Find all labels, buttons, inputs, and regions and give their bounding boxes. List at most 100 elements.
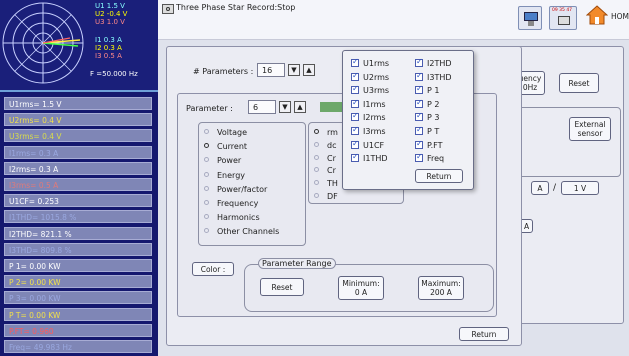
popup-checkbox[interactable]: I3rms: [351, 125, 386, 136]
popup-checkbox[interactable]: I2rms: [351, 111, 386, 122]
popup-checkbox[interactable]: I1THD: [351, 152, 388, 163]
radio-icon: [204, 171, 209, 177]
measurement-row[interactable]: P 1= 0.00 KW: [4, 259, 152, 272]
popup-checkbox[interactable]: Freq: [415, 152, 444, 163]
minimum-button[interactable]: Minimum: 0 A: [338, 276, 384, 300]
parameter-range-title: Parameter Range: [258, 258, 336, 269]
parameter-value[interactable]: 6: [248, 100, 276, 114]
checkbox-icon: [351, 57, 359, 67]
popup-checkbox[interactable]: P T: [415, 125, 439, 136]
parameter-down-icon[interactable]: ▼: [279, 101, 291, 113]
radio-icon: [204, 185, 209, 191]
measurement-row[interactable]: I1rms= 0.3 A: [4, 145, 152, 159]
num-params-label: # Parameters :: [193, 67, 254, 76]
range-separator: /: [553, 183, 557, 193]
measurement-row[interactable]: U2rms= 0.4 V: [4, 113, 152, 127]
popup-checkbox[interactable]: U3rms: [351, 84, 389, 95]
checkbox-icon: [415, 57, 423, 67]
reset-button[interactable]: Reset: [260, 278, 304, 296]
u2-phasor-value: U2 -0.4 V: [95, 10, 128, 18]
checkbox-icon: [415, 152, 423, 163]
screenshot-icon: [558, 16, 570, 25]
i1-phasor-value: I1 0.3 A: [95, 36, 122, 44]
checkbox-icon: [351, 139, 359, 149]
range-v-button[interactable]: 1 V: [561, 181, 599, 195]
popup-checkbox[interactable]: I3THD: [415, 71, 452, 82]
popup-checkbox[interactable]: P.FT: [415, 139, 442, 150]
save-icon[interactable]: [518, 6, 542, 30]
measurement-panel: U1 1.5 V U2 -0.4 V U3 1.0 V I1 0.3 A I2 …: [0, 0, 158, 356]
measurement-row[interactable]: I3THD= 809.8 %: [4, 242, 152, 256]
radio-icon: [204, 214, 209, 220]
popup-checkbox[interactable]: P 2: [415, 98, 439, 109]
popup-checkbox[interactable]: U1CF: [351, 139, 384, 150]
phasor-graph: [2, 2, 84, 84]
popup-checkbox[interactable]: I2THD: [415, 57, 452, 68]
reset-button-back[interactable]: Reset: [559, 73, 599, 93]
category-radio[interactable]: Frequency: [204, 199, 258, 208]
measurement-row[interactable]: U1rms= 1.5 V: [4, 97, 152, 110]
num-params-value[interactable]: 16: [257, 63, 285, 77]
radio-icon: [314, 193, 319, 198]
suboption-radio[interactable]: DF: [314, 192, 338, 201]
category-radio[interactable]: Power: [204, 156, 241, 165]
popup-checkbox[interactable]: U2rms: [351, 71, 389, 82]
camera-icon[interactable]: [162, 4, 174, 14]
measurement-row[interactable]: I3rms= 0.5 A: [4, 178, 152, 191]
i2-phasor-value: I2 0.3 A: [95, 44, 122, 52]
color-button[interactable]: Color :: [192, 262, 234, 276]
radio-icon: [204, 143, 209, 149]
home-label[interactable]: HOME: [611, 12, 629, 21]
measurement-row[interactable]: P 3= 0.00 KW: [4, 291, 152, 305]
u3-phasor-value: U3 1.0 V: [95, 18, 125, 26]
external-sensor-button[interactable]: External sensor: [569, 117, 611, 141]
measurement-row[interactable]: Freq= 49.983 Hz: [4, 340, 152, 353]
radio-icon: [314, 141, 319, 147]
suboption-radio[interactable]: Cr: [314, 154, 336, 163]
checkbox-icon: [351, 111, 359, 122]
checkbox-icon: [415, 125, 423, 135]
popup-checkbox[interactable]: I1rms: [351, 98, 386, 109]
measurement-row[interactable]: P.FT= 0.960: [4, 323, 152, 337]
radio-icon: [204, 228, 209, 234]
maximum-button[interactable]: Maximum: 200 A: [418, 276, 464, 300]
popup-return-button[interactable]: Return: [415, 169, 463, 183]
measurement-row[interactable]: I2THD= 821.1 %: [4, 226, 152, 240]
measurement-row[interactable]: I2rms= 0.3 A: [4, 161, 152, 175]
frequency-readout: F =50.000 Hz: [90, 70, 138, 78]
measurement-row[interactable]: U1CF= 0.253: [4, 194, 152, 208]
category-radio[interactable]: Energy: [204, 171, 245, 180]
checkbox-icon: [415, 71, 423, 81]
suboption-radio[interactable]: Cr: [314, 166, 336, 175]
measurement-row[interactable]: P T= 0.00 KW: [4, 307, 152, 321]
home-icon[interactable]: [585, 4, 609, 26]
category-radio[interactable]: Power/factor: [204, 185, 267, 194]
return-button[interactable]: Return: [459, 327, 509, 341]
popup-checkbox[interactable]: P 1: [415, 84, 439, 95]
range-a-button[interactable]: A: [531, 181, 549, 195]
suboption-radio[interactable]: rm: [314, 128, 338, 137]
clock-camera-button[interactable]: 09 35 47: [549, 6, 577, 30]
category-radio[interactable]: Voltage: [204, 128, 247, 137]
parameter-label: Parameter :: [186, 104, 233, 113]
measurement-row[interactable]: U3rms= 0.4 V: [4, 129, 152, 143]
category-radio[interactable]: Current: [204, 142, 247, 151]
suboption-radio[interactable]: dc: [314, 141, 336, 150]
checkbox-icon: [351, 98, 359, 108]
radio-icon: [314, 167, 319, 173]
parameter-up-icon[interactable]: ▲: [294, 101, 306, 113]
num-params-up-icon[interactable]: ▲: [303, 64, 315, 76]
measurement-row[interactable]: P 2= 0.00 KW: [4, 275, 152, 289]
num-params-down-icon[interactable]: ▼: [288, 64, 300, 76]
popup-checkbox[interactable]: P 3: [415, 111, 439, 122]
suboption-radio[interactable]: TH: [314, 179, 338, 188]
popup-checkbox[interactable]: U1rms: [351, 57, 389, 68]
parameter-select-popup: U1rmsU2rmsU3rmsI1rmsI2rmsI3rmsU1CFI1THD …: [342, 50, 474, 190]
category-radio[interactable]: Harmonics: [204, 213, 260, 222]
checkbox-icon: [415, 111, 423, 122]
u1-phasor-value: U1 1.5 V: [95, 2, 125, 10]
measurement-row[interactable]: I1THD= 1015.8 %: [4, 210, 152, 224]
top-bar: Three Phase Star Record:Stop 09 35 47 HO…: [158, 0, 629, 40]
radio-icon: [204, 157, 209, 163]
category-radio[interactable]: Other Channels: [204, 227, 279, 236]
